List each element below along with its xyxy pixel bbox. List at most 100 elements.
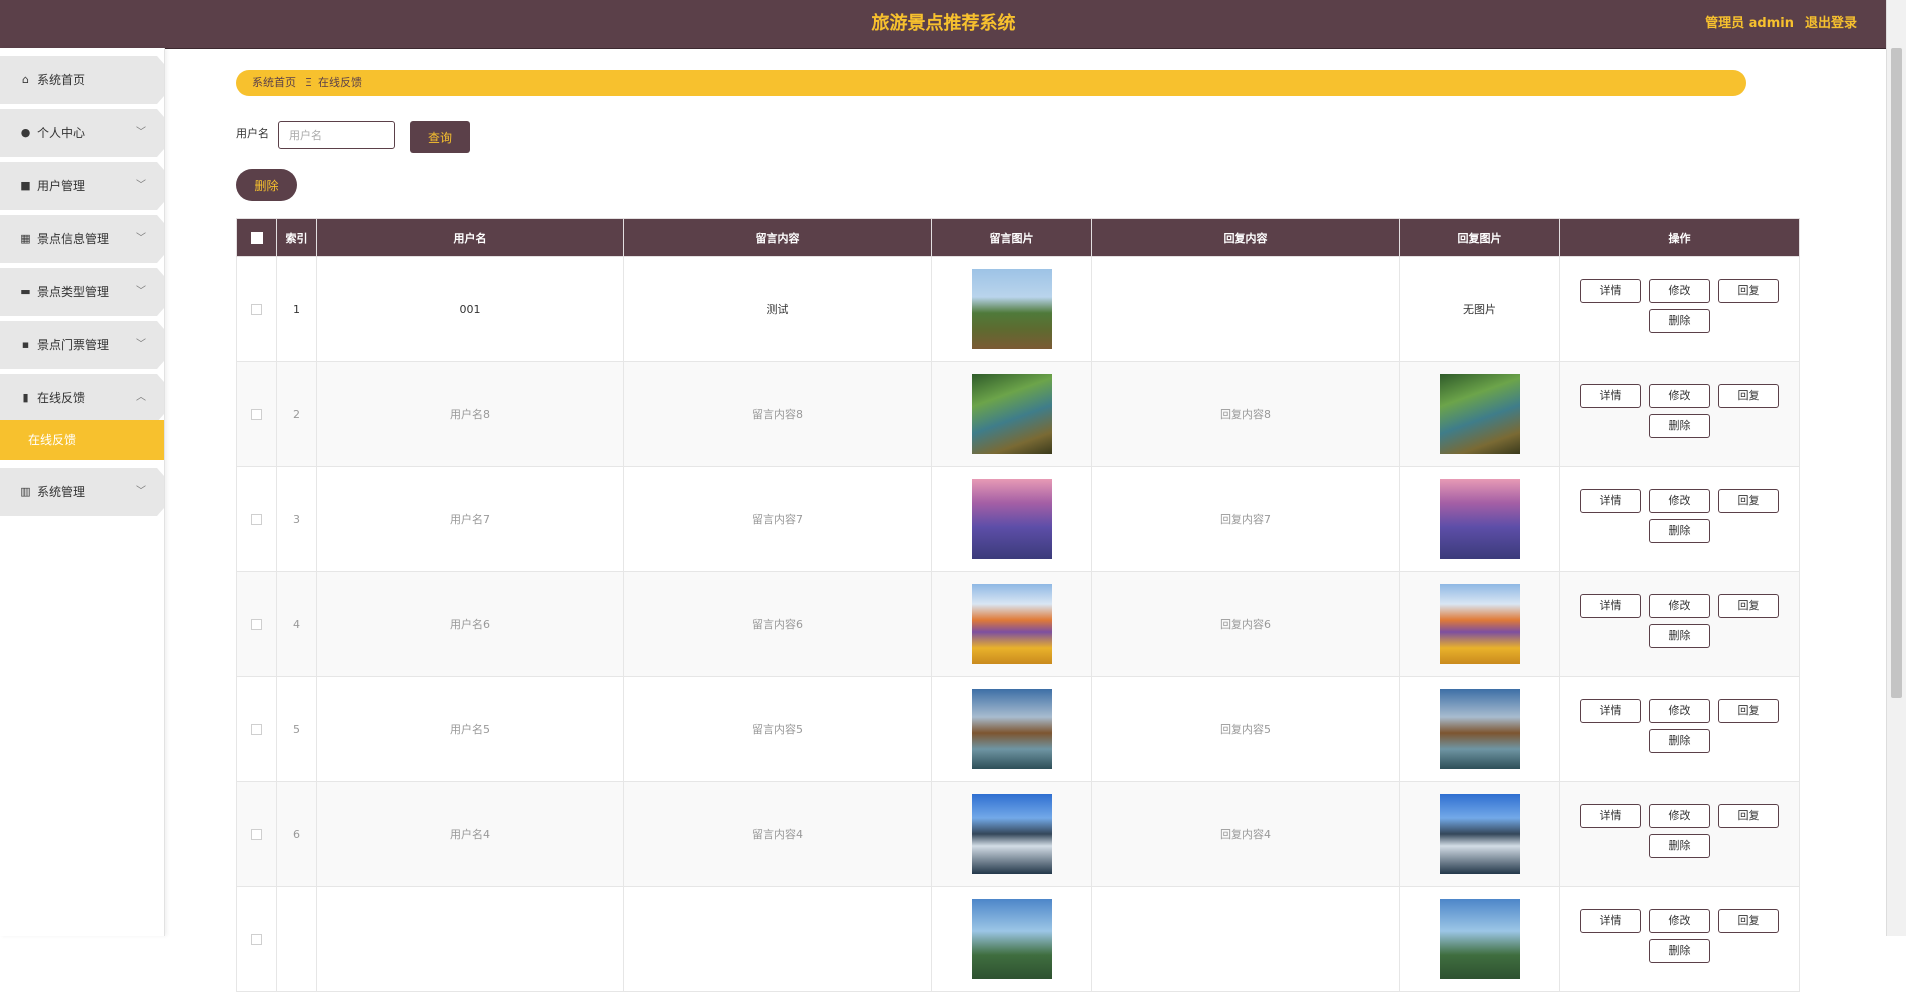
message-image[interactable]	[971, 689, 1052, 769]
detail-button[interactable]: 详情	[1580, 699, 1641, 723]
col-reply-image: 回复图片	[1399, 218, 1560, 257]
row-reply: 回复内容8	[1091, 361, 1400, 467]
sidebar-item-scenic-info[interactable]: ▦ 景点信息管理 ﹀	[0, 215, 164, 263]
sidebar-item-label: 景点门票管理	[37, 338, 110, 352]
delete-button[interactable]: 删除	[1649, 729, 1710, 753]
row-index: 2	[276, 361, 317, 467]
breadcrumb: 系统首页 Ξ 在线反馈	[236, 70, 1746, 96]
edit-button[interactable]: 修改	[1649, 384, 1710, 408]
breadcrumb-home[interactable]: 系统首页	[252, 70, 296, 96]
row-reply	[1091, 256, 1400, 362]
sidebar-item-label: 系统首页	[37, 73, 86, 87]
sidebar-subitem-feedback[interactable]: 在线反馈	[0, 420, 164, 460]
scrollbar-thumb[interactable]	[1891, 48, 1902, 698]
search-input[interactable]	[278, 121, 395, 149]
detail-button[interactable]: 详情	[1580, 279, 1641, 303]
row-checkbox[interactable]	[251, 724, 262, 735]
reply-button[interactable]: 回复	[1718, 699, 1779, 723]
breadcrumb-separator: Ξ	[305, 76, 312, 89]
reply-button[interactable]: 回复	[1718, 384, 1779, 408]
reply-image[interactable]	[1439, 794, 1520, 874]
sidebar-item-label: 景点信息管理	[37, 232, 110, 246]
edit-button[interactable]: 修改	[1649, 489, 1710, 513]
chevron-down-icon: ﹀	[136, 180, 146, 191]
sidebar-item-tickets[interactable]: ▪ 景点门票管理 ﹀	[0, 321, 164, 369]
chevron-down-icon: ﹀	[136, 233, 146, 244]
table-row: 1 001 测试 无图片 详情 修改 回复删除	[236, 256, 1800, 362]
reply-image[interactable]	[1439, 374, 1520, 454]
sidebar-item-home[interactable]: ⌂ 系统首页	[0, 56, 164, 104]
row-checkbox[interactable]	[251, 409, 262, 420]
select-all-cell	[236, 218, 277, 257]
reply-button[interactable]: 回复	[1718, 594, 1779, 618]
message-image[interactable]	[971, 479, 1052, 559]
detail-button[interactable]: 详情	[1580, 804, 1641, 828]
reply-button[interactable]: 回复	[1718, 804, 1779, 828]
col-message-image: 留言图片	[931, 218, 1092, 257]
table-row: 3 用户名7 留言内容7 回复内容7 详情 修改 回复删除	[236, 466, 1800, 572]
delete-button[interactable]: 删除	[1649, 624, 1710, 648]
message-image[interactable]	[971, 794, 1052, 874]
edit-button[interactable]: 修改	[1649, 594, 1710, 618]
message-image[interactable]	[971, 374, 1052, 454]
row-reply: 回复内容6	[1091, 571, 1400, 677]
sidebar-item-label: 用户管理	[37, 179, 86, 193]
sidebar-item-label: 景点类型管理	[37, 285, 110, 299]
row-reply: 回复内容4	[1091, 781, 1400, 887]
delete-button[interactable]: 删除	[1649, 939, 1710, 963]
message-image[interactable]	[971, 584, 1052, 664]
row-reply-image-text: 无图片	[1399, 256, 1560, 362]
col-message: 留言内容	[623, 218, 932, 257]
query-button[interactable]: 查询	[410, 121, 470, 153]
reply-image[interactable]	[1439, 479, 1520, 559]
reply-image[interactable]	[1439, 899, 1520, 979]
sidebar-item-system[interactable]: ▥ 系统管理 ﹀	[0, 468, 164, 516]
detail-button[interactable]: 详情	[1580, 489, 1641, 513]
sidebar-item-profile[interactable]: ● 个人中心 ﹀	[0, 109, 164, 157]
row-index: 3	[276, 466, 317, 572]
chevron-down-icon: ﹀	[136, 286, 146, 297]
table-row: 详情 修改 回复删除	[236, 886, 1800, 992]
row-checkbox[interactable]	[251, 829, 262, 840]
app-title: 旅游景点推荐系统	[871, 13, 1016, 34]
reply-button[interactable]: 回复	[1718, 909, 1779, 933]
table-header-row: 索引 用户名 留言内容 留言图片 回复内容 回复图片 操作	[236, 218, 1800, 257]
row-message: 留言内容5	[623, 676, 932, 782]
delete-button[interactable]: 删除	[1649, 309, 1710, 333]
delete-button[interactable]: 删除	[1649, 519, 1710, 543]
detail-button[interactable]: 详情	[1580, 909, 1641, 933]
sidebar-item-users[interactable]: ■ 用户管理 ﹀	[0, 162, 164, 210]
admin-label: 管理员 admin	[1705, 16, 1794, 31]
sidebar-item-scenic-types[interactable]: ▬ 景点类型管理 ﹀	[0, 268, 164, 316]
row-username: 用户名6	[316, 571, 624, 677]
row-checkbox[interactable]	[251, 514, 262, 525]
batch-delete-button[interactable]: 删除	[236, 169, 297, 201]
reply-button[interactable]: 回复	[1718, 489, 1779, 513]
grid-icon: ▦	[20, 232, 31, 245]
vertical-scrollbar[interactable]	[1886, 0, 1906, 936]
detail-button[interactable]: 详情	[1580, 594, 1641, 618]
breadcrumb-current: 在线反馈	[318, 76, 362, 89]
sidebar-item-label: 个人中心	[37, 126, 86, 140]
row-checkbox[interactable]	[251, 304, 262, 315]
edit-button[interactable]: 修改	[1649, 804, 1710, 828]
edit-button[interactable]: 修改	[1649, 909, 1710, 933]
select-all-checkbox[interactable]	[250, 232, 263, 244]
delete-button[interactable]: 删除	[1649, 834, 1710, 858]
user-icon: ●	[20, 126, 31, 139]
row-username: 用户名7	[316, 466, 624, 572]
sidebar-item-feedback[interactable]: ▮ 在线反馈 ︿	[0, 374, 164, 422]
reply-image[interactable]	[1439, 689, 1520, 769]
edit-button[interactable]: 修改	[1649, 699, 1710, 723]
logout-link[interactable]: 退出登录	[1805, 0, 1857, 48]
edit-button[interactable]: 修改	[1649, 279, 1710, 303]
detail-button[interactable]: 详情	[1580, 384, 1641, 408]
reply-image[interactable]	[1439, 584, 1520, 664]
row-checkbox[interactable]	[251, 619, 262, 630]
message-image[interactable]	[971, 269, 1052, 349]
message-image[interactable]	[971, 899, 1052, 979]
reply-button[interactable]: 回复	[1718, 279, 1779, 303]
table-row: 6 用户名4 留言内容4 回复内容4 详情 修改 回复删除	[236, 781, 1800, 887]
col-actions: 操作	[1559, 218, 1800, 257]
delete-button[interactable]: 删除	[1649, 414, 1710, 438]
